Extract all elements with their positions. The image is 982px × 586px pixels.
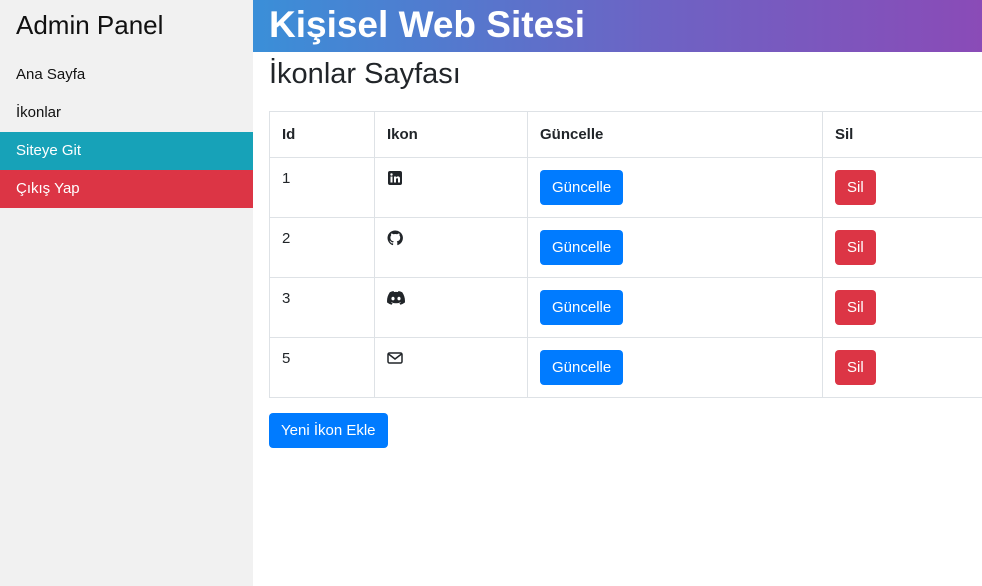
row-id: 5 xyxy=(269,337,375,398)
column-header-update: Güncelle xyxy=(527,111,823,158)
github-icon xyxy=(387,230,403,246)
table-header-row: Id Ikon Güncelle Sil xyxy=(269,111,982,158)
discord-icon xyxy=(387,290,405,306)
delete-button[interactable]: Sil xyxy=(835,230,876,265)
table-row: 3 Güncelle Sil xyxy=(269,277,982,338)
column-header-delete: Sil xyxy=(822,111,982,158)
row-id: 3 xyxy=(269,277,375,338)
site-title: Kişisel Web Sitesi xyxy=(269,4,585,45)
delete-button[interactable]: Sil xyxy=(835,290,876,325)
table-row: 1 Güncelle Sil xyxy=(269,157,982,218)
table-row: 2 Güncelle Sil xyxy=(269,217,982,278)
sidebar-item-logout[interactable]: Çıkış Yap xyxy=(0,170,253,208)
sidebar-item-icons[interactable]: İkonlar xyxy=(0,94,253,132)
header: Kişisel Web Sitesi xyxy=(253,0,982,52)
row-id: 2 xyxy=(269,217,375,278)
page-title: İkonlar Sayfası xyxy=(269,58,461,90)
icons-table: Id Ikon Güncelle Sil 1 Güncelle Sil 2 Gü… xyxy=(269,111,982,398)
linkedin-icon xyxy=(387,170,403,186)
table-row: 5 Güncelle Sil xyxy=(269,337,982,398)
add-icon-button[interactable]: Yeni İkon Ekle xyxy=(269,413,388,448)
delete-button[interactable]: Sil xyxy=(835,170,876,205)
main-content: İkonlar Sayfası Id Ikon Güncelle Sil 1 G… xyxy=(269,52,982,448)
column-header-icon: Ikon xyxy=(374,111,528,158)
envelope-icon xyxy=(387,350,403,366)
update-button[interactable]: Güncelle xyxy=(540,350,624,385)
update-button[interactable]: Güncelle xyxy=(540,290,624,325)
update-button[interactable]: Güncelle xyxy=(540,170,624,205)
delete-button[interactable]: Sil xyxy=(835,350,876,385)
sidebar: Admin Panel Ana Sayfa İkonlar Siteye Git… xyxy=(0,0,253,586)
update-button[interactable]: Güncelle xyxy=(540,230,624,265)
row-id: 1 xyxy=(269,157,375,218)
sidebar-item-home[interactable]: Ana Sayfa xyxy=(0,56,253,94)
sidebar-title: Admin Panel xyxy=(16,10,164,40)
column-header-id: Id xyxy=(269,111,375,158)
sidebar-item-go-to-site[interactable]: Siteye Git xyxy=(0,132,253,170)
